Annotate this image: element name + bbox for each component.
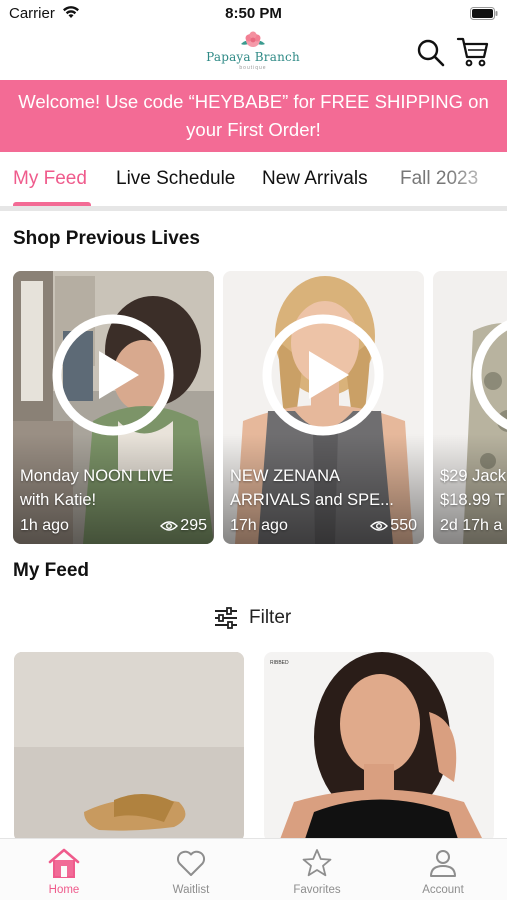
nav-account[interactable]: Account — [393, 847, 493, 896]
tab-fall-2023[interactable]: Fall 2023 — [400, 168, 478, 190]
views-number: 550 — [390, 517, 417, 534]
star-icon — [302, 849, 332, 877]
live-view-count: 550 — [370, 517, 417, 535]
product-card[interactable] — [14, 652, 244, 842]
tab-my-feed[interactable]: My Feed — [13, 168, 87, 190]
status-bar: Carrier 8:50 PM — [0, 0, 507, 28]
product-tag: RIBBED — [270, 660, 289, 666]
live-title-line-2: $18.99 T — [440, 491, 505, 509]
filter-button[interactable]: Filter — [213, 604, 291, 632]
live-title: Monday NOON LIVE with Katie! — [20, 464, 208, 512]
search-icon[interactable] — [416, 38, 446, 68]
account-icon — [430, 850, 456, 877]
lives-section-title: Shop Previous Lives — [13, 228, 200, 249]
live-title-line-1: $29 Jack — [440, 467, 507, 485]
logo-text: Papaya Branch — [206, 50, 300, 64]
promo-banner[interactable]: Welcome! Use code “HEYBABE” for FREE SHI… — [0, 80, 507, 152]
eye-icon — [160, 521, 179, 531]
play-icon[interactable] — [51, 313, 175, 437]
flower-logo-icon — [241, 31, 265, 47]
live-card[interactable]: $29 Jack $18.99 T 2d 17h a — [433, 271, 507, 544]
app-header: Papaya Branch boutique — [0, 28, 507, 80]
previous-lives-carousel[interactable]: Monday NOON LIVE with Katie! 1h ago 295 — [0, 271, 507, 544]
live-view-count: 295 — [160, 517, 207, 535]
live-title: NEW ZENANA ARRIVALS and SPE... — [230, 464, 418, 512]
eye-icon — [370, 521, 389, 531]
play-icon[interactable] — [261, 313, 385, 437]
promo-line-2: your First Order! — [186, 119, 321, 140]
nav-home[interactable]: Home — [14, 847, 114, 896]
live-time-ago: 1h ago — [20, 517, 69, 534]
nav-favorites[interactable]: Favorites — [267, 847, 367, 896]
category-tabs: My Feed Live Schedule New Arrivals Fall … — [0, 152, 507, 208]
product-card[interactable]: RIBBED — [264, 652, 494, 842]
play-icon[interactable] — [471, 313, 507, 437]
feed-section-title: My Feed — [13, 560, 90, 581]
nav-label: Home — [48, 884, 80, 896]
nav-label: Favorites — [293, 884, 341, 896]
live-title-line-2: with Katie! — [20, 491, 97, 509]
battery-icon — [470, 7, 498, 20]
cart-icon[interactable] — [456, 36, 490, 68]
live-title-line-1: NEW ZENANA — [230, 467, 341, 485]
live-title-line-2: ARRIVALS and SPE... — [230, 491, 394, 509]
live-title: $29 Jack $18.99 T — [440, 464, 507, 512]
live-title-line-1: Monday NOON LIVE — [20, 467, 174, 485]
home-icon — [48, 848, 80, 878]
live-card[interactable]: Monday NOON LIVE with Katie! 1h ago 295 — [13, 271, 214, 544]
live-time-ago: 17h ago — [230, 517, 288, 534]
product-image — [14, 652, 244, 842]
filter-label: Filter — [249, 607, 292, 628]
heart-icon — [176, 850, 206, 876]
product-image: RIBBED — [264, 652, 494, 842]
tab-new-arrivals[interactable]: New Arrivals — [262, 168, 368, 190]
tab-live-schedule[interactable]: Live Schedule — [116, 168, 235, 190]
logo-subtext: boutique — [239, 65, 267, 71]
bottom-tab-bar: Home Waitlist Favorites Account — [0, 838, 507, 900]
promo-line-1: Welcome! Use code “HEYBABE” for FREE SHI… — [18, 91, 489, 112]
views-number: 295 — [180, 517, 207, 534]
nav-waitlist[interactable]: Waitlist — [141, 847, 241, 896]
live-time-ago: 2d 17h a — [440, 517, 503, 534]
clock: 8:50 PM — [225, 5, 282, 22]
brand-logo[interactable]: Papaya Branch boutique — [198, 30, 308, 78]
live-card[interactable]: NEW ZENANA ARRIVALS and SPE... 17h ago 5… — [223, 271, 424, 544]
tabs-divider — [0, 206, 507, 211]
nav-label: Account — [422, 884, 464, 896]
nav-label: Waitlist — [172, 884, 210, 896]
sliders-icon — [215, 607, 237, 629]
